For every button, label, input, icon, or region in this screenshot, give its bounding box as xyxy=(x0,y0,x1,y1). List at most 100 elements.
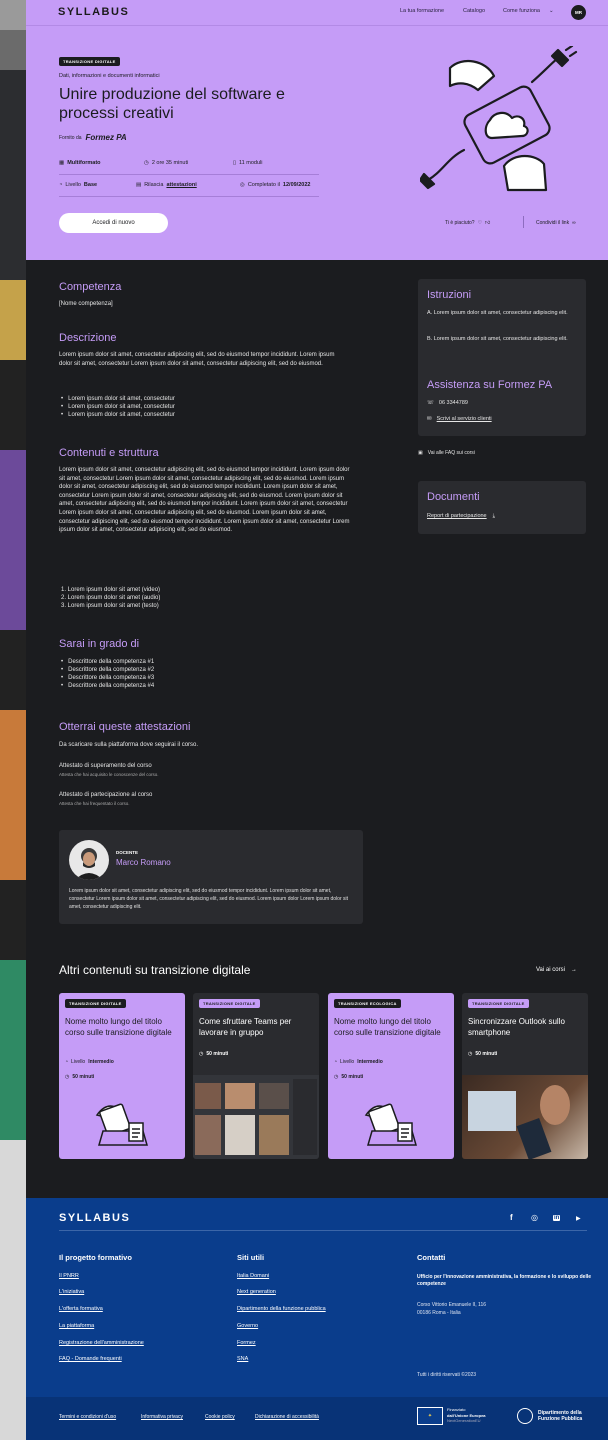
attestato-1-sub: Attesta che hai acquisito le conoscenze … xyxy=(59,772,159,777)
clock-icon: ◷ xyxy=(334,1074,339,1080)
teacher-name: Marco Romano xyxy=(116,858,171,867)
youtube-icon[interactable]: ▶ xyxy=(576,1215,581,1222)
clock-icon: ◷ xyxy=(468,1051,473,1057)
card-tag: TRANSIZIONE DIGITALE xyxy=(199,999,260,1008)
sarai-list: Descrittore della competenza #1 Descritt… xyxy=(61,658,154,690)
footer-link[interactable]: Italia Domani xyxy=(237,1273,269,1279)
phone-icon: ☏ xyxy=(427,400,434,406)
nav-come-funziona[interactable]: Come funziona xyxy=(503,8,540,14)
clock-icon: ◷ xyxy=(144,160,149,166)
thumbs-up-icon[interactable]: 👍︎ xyxy=(485,220,490,226)
modules-icon: ▯ xyxy=(233,160,237,166)
footer-link[interactable]: La piattaforma xyxy=(59,1323,94,1329)
istruzioni-heading: Istruzioni xyxy=(427,289,472,301)
faq-link[interactable]: ▣ Vai alle FAQ sui corsi xyxy=(418,450,475,456)
istruzioni-b: B. Lorem ipsum dolor sit amet, consectet… xyxy=(427,336,568,342)
nav-la-tua-formazione[interactable]: La tua formazione xyxy=(400,8,444,14)
certificate-icon: ▤ xyxy=(136,182,142,188)
facebook-icon[interactable]: f xyxy=(510,1213,513,1222)
nav-catalogo[interactable]: Catalogo xyxy=(463,8,485,14)
footer-link[interactable]: L'iniziativa xyxy=(59,1289,84,1295)
list-item: Lorem ipsum dolor sit amet, consectetur xyxy=(61,395,175,403)
level-icon: ◔ xyxy=(65,1059,69,1065)
divider xyxy=(59,174,319,175)
list-item: Descrittore della competenza #2 xyxy=(61,666,154,674)
footer-col2-heading: Siti utili xyxy=(237,1253,265,1262)
instagram-icon[interactable]: ◎ xyxy=(531,1213,538,1222)
accedi-di-nuovo-button[interactable]: Accedi di nuovo xyxy=(59,213,168,233)
mail-icon: ✉ xyxy=(427,416,432,422)
footer-link[interactable]: Il PNRR xyxy=(59,1273,79,1279)
footer-syllabus-logo[interactable]: SYLLABUS xyxy=(59,1212,130,1224)
list-item: 2. Lorem ipsum dolor sit amet (audio) xyxy=(61,595,161,601)
competenza-heading: Competenza xyxy=(59,281,122,293)
list-item: Descrittore della competenza #1 xyxy=(61,658,154,666)
course-card[interactable]: TRANSIZIONE DIGITALE Nome molto lungo de… xyxy=(59,993,185,1159)
teacher-avatar xyxy=(69,840,109,880)
contact-link[interactable]: ✉ Scrivi al servizio clienti xyxy=(427,416,492,422)
vai-ai-corsi-link[interactable]: Vai ai corsi → xyxy=(536,967,577,973)
footer-bottom-bar: Termini e condizioni d'uso Informativa p… xyxy=(26,1397,608,1440)
tablet-plug-illustration xyxy=(420,46,578,192)
meta-modules: ▯ 11 moduli xyxy=(233,160,263,166)
course-hero: TRANSIZIONE DIGITALE Dati, informazioni … xyxy=(26,26,608,260)
list-item: Lorem ipsum dolor sit amet, consectetur xyxy=(61,403,175,411)
thumbs-down-icon[interactable]: ♡ xyxy=(478,220,482,226)
report-link[interactable]: Report di partecipazione ⤓ xyxy=(427,513,495,520)
descrizione-heading: Descrizione xyxy=(59,332,117,344)
footer-bottom-link[interactable]: Informativa privacy xyxy=(141,1414,183,1420)
attestato-2-sub: Attesta che hai frequentato il corso. xyxy=(59,801,130,806)
footer-link[interactable]: FAQ - Domande frequenti xyxy=(59,1356,122,1362)
teacher-label: DOCENTE xyxy=(116,850,139,855)
user-avatar[interactable]: MR xyxy=(571,5,586,20)
footer-bottom-link[interactable]: Cookie policy xyxy=(205,1414,235,1420)
eu-funding-label: Finanziato dall'Unione Europea NextGenerat… xyxy=(447,1407,486,1423)
card-duration: ◷ 50 minuti xyxy=(65,1074,95,1080)
teams-screenshot-image xyxy=(193,1075,319,1159)
meta-certificate: ▤ Rilascia attestazioni xyxy=(136,182,197,188)
share-link-button[interactable]: Condividi il link ∞ xyxy=(536,220,576,226)
list-item: 3. Lorem ipsum dolor sit amet (testo) xyxy=(61,603,159,609)
footer-address-2: 00186 Roma - Italia xyxy=(417,1310,461,1316)
download-icon: ⤓ xyxy=(492,513,496,519)
background-window-gutter xyxy=(0,0,26,1440)
list-item: Descrittore della competenza #3 xyxy=(61,674,154,682)
card-title: Nome molto lungo del titolo corso sulle … xyxy=(65,1017,172,1037)
footer-bottom-link[interactable]: Termini e condizioni d'uso xyxy=(59,1414,116,1420)
page: SYLLABUS La tua formazione Catalogo Come… xyxy=(0,0,608,1440)
divider xyxy=(59,196,319,197)
footer-link[interactable]: Governo xyxy=(237,1323,258,1329)
card-title: Nome molto lungo del titolo corso sulle … xyxy=(334,1017,441,1037)
chevron-down-icon[interactable]: ⌄ xyxy=(549,8,554,14)
footer-link[interactable]: Formez xyxy=(237,1340,256,1346)
italy-emblem-icon xyxy=(517,1408,533,1424)
card-title: Sincronizzare Outlook sullo smartphone xyxy=(468,1017,565,1037)
check-circle-icon: ◎ xyxy=(240,182,245,188)
course-card[interactable]: TRANSIZIONE DIGITALE Come sfruttare Team… xyxy=(193,993,319,1159)
footer-link[interactable]: Registrazione dell'amministrazione xyxy=(59,1340,144,1346)
footer-bottom-link[interactable]: Dichiarazione di accessibilità xyxy=(255,1414,319,1420)
course-title: Unire produzione del software e processi… xyxy=(59,86,285,122)
footer-link[interactable]: Next generation xyxy=(237,1289,276,1295)
course-card[interactable]: TRANSIZIONE DIGITALE Sincronizzare Outlo… xyxy=(462,993,588,1159)
link-icon: ∞ xyxy=(572,220,576,226)
course-card[interactable]: TRANSIZIONE ECOLOGICA Nome molto lungo d… xyxy=(328,993,454,1159)
laptop-document-illustration xyxy=(364,1103,417,1146)
multiformat-icon: ▦ xyxy=(59,160,65,166)
card-tag: TRANSIZIONE ECOLOGICA xyxy=(334,999,401,1008)
documenti-panel: Documenti Report di partecipazione ⤓ xyxy=(418,481,586,534)
info-panel: Istruzioni A. Lorem ipsum dolor sit amet… xyxy=(418,279,586,436)
linkedin-icon[interactable]: in xyxy=(553,1215,561,1221)
contenuti-heading: Contenuti e struttura xyxy=(59,447,159,459)
course-subtitle: Dati, informazioni e documenti informati… xyxy=(59,73,160,79)
footer-link[interactable]: SNA xyxy=(237,1356,248,1362)
faq-icon: ▣ xyxy=(418,450,423,456)
syllabus-logo[interactable]: SYLLABUS xyxy=(58,6,129,18)
meta-duration: ◷ 2 ore 35 minuti xyxy=(144,160,189,166)
card-duration: ◷ 50 minuti xyxy=(468,1051,498,1057)
footer-link[interactable]: L'offerta formativa xyxy=(59,1306,103,1312)
meta-level: ◔ Livello Base xyxy=(59,182,98,188)
eu-flag-icon: ✦ xyxy=(417,1407,443,1425)
attestato-1-title: Attestato di superamento del corso xyxy=(59,763,152,769)
footer-link[interactable]: Dipartimento della funzione pubblica xyxy=(237,1306,326,1312)
